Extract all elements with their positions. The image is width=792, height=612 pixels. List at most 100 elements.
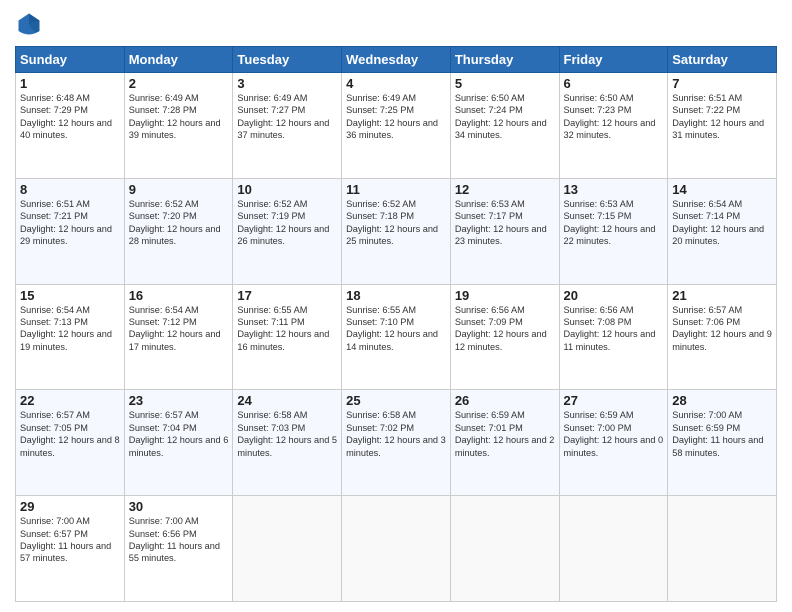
- day-number: 16: [129, 288, 229, 303]
- cell-info: Sunrise: 6:55 AMSunset: 7:10 PMDaylight:…: [346, 304, 446, 354]
- table-cell: 22Sunrise: 6:57 AMSunset: 7:05 PMDayligh…: [16, 390, 125, 496]
- cell-info: Sunrise: 6:48 AMSunset: 7:29 PMDaylight:…: [20, 92, 120, 142]
- day-number: 6: [564, 76, 664, 91]
- calendar-header-row: SundayMondayTuesdayWednesdayThursdayFrid…: [16, 47, 777, 73]
- day-number: 17: [237, 288, 337, 303]
- day-number: 18: [346, 288, 446, 303]
- table-row: 1Sunrise: 6:48 AMSunset: 7:29 PMDaylight…: [16, 73, 777, 179]
- table-cell: [342, 496, 451, 602]
- table-cell: 10Sunrise: 6:52 AMSunset: 7:19 PMDayligh…: [233, 178, 342, 284]
- day-number: 21: [672, 288, 772, 303]
- table-cell: 2Sunrise: 6:49 AMSunset: 7:28 PMDaylight…: [124, 73, 233, 179]
- cell-info: Sunrise: 6:49 AMSunset: 7:25 PMDaylight:…: [346, 92, 446, 142]
- cell-info: Sunrise: 6:51 AMSunset: 7:22 PMDaylight:…: [672, 92, 772, 142]
- table-cell: 17Sunrise: 6:55 AMSunset: 7:11 PMDayligh…: [233, 284, 342, 390]
- cell-info: Sunrise: 6:49 AMSunset: 7:27 PMDaylight:…: [237, 92, 337, 142]
- table-cell: 1Sunrise: 6:48 AMSunset: 7:29 PMDaylight…: [16, 73, 125, 179]
- day-number: 20: [564, 288, 664, 303]
- cell-info: Sunrise: 6:49 AMSunset: 7:28 PMDaylight:…: [129, 92, 229, 142]
- day-number: 29: [20, 499, 120, 514]
- logo: [15, 10, 47, 38]
- day-number: 5: [455, 76, 555, 91]
- cell-info: Sunrise: 6:55 AMSunset: 7:11 PMDaylight:…: [237, 304, 337, 354]
- table-row: 29Sunrise: 7:00 AMSunset: 6:57 PMDayligh…: [16, 496, 777, 602]
- table-cell: 29Sunrise: 7:00 AMSunset: 6:57 PMDayligh…: [16, 496, 125, 602]
- day-number: 27: [564, 393, 664, 408]
- day-header-tuesday: Tuesday: [233, 47, 342, 73]
- day-number: 15: [20, 288, 120, 303]
- table-cell: 14Sunrise: 6:54 AMSunset: 7:14 PMDayligh…: [668, 178, 777, 284]
- table-cell: 6Sunrise: 6:50 AMSunset: 7:23 PMDaylight…: [559, 73, 668, 179]
- cell-info: Sunrise: 6:58 AMSunset: 7:02 PMDaylight:…: [346, 409, 446, 459]
- day-number: 1: [20, 76, 120, 91]
- cell-info: Sunrise: 6:54 AMSunset: 7:14 PMDaylight:…: [672, 198, 772, 248]
- day-number: 12: [455, 182, 555, 197]
- cell-info: Sunrise: 6:52 AMSunset: 7:18 PMDaylight:…: [346, 198, 446, 248]
- day-number: 4: [346, 76, 446, 91]
- header: [15, 10, 777, 38]
- cell-info: Sunrise: 6:54 AMSunset: 7:12 PMDaylight:…: [129, 304, 229, 354]
- table-row: 22Sunrise: 6:57 AMSunset: 7:05 PMDayligh…: [16, 390, 777, 496]
- logo-icon: [15, 10, 43, 38]
- day-number: 25: [346, 393, 446, 408]
- cell-info: Sunrise: 6:56 AMSunset: 7:09 PMDaylight:…: [455, 304, 555, 354]
- cell-info: Sunrise: 7:00 AMSunset: 6:59 PMDaylight:…: [672, 409, 772, 459]
- table-cell: [668, 496, 777, 602]
- table-cell: 12Sunrise: 6:53 AMSunset: 7:17 PMDayligh…: [450, 178, 559, 284]
- table-cell: 9Sunrise: 6:52 AMSunset: 7:20 PMDaylight…: [124, 178, 233, 284]
- table-cell: 21Sunrise: 6:57 AMSunset: 7:06 PMDayligh…: [668, 284, 777, 390]
- cell-info: Sunrise: 6:51 AMSunset: 7:21 PMDaylight:…: [20, 198, 120, 248]
- table-cell: 7Sunrise: 6:51 AMSunset: 7:22 PMDaylight…: [668, 73, 777, 179]
- cell-info: Sunrise: 6:59 AMSunset: 7:00 PMDaylight:…: [564, 409, 664, 459]
- table-cell: 5Sunrise: 6:50 AMSunset: 7:24 PMDaylight…: [450, 73, 559, 179]
- table-cell: 16Sunrise: 6:54 AMSunset: 7:12 PMDayligh…: [124, 284, 233, 390]
- table-cell: 20Sunrise: 6:56 AMSunset: 7:08 PMDayligh…: [559, 284, 668, 390]
- table-cell: [233, 496, 342, 602]
- day-number: 7: [672, 76, 772, 91]
- cell-info: Sunrise: 7:00 AMSunset: 6:57 PMDaylight:…: [20, 515, 120, 565]
- day-number: 24: [237, 393, 337, 408]
- cell-info: Sunrise: 7:00 AMSunset: 6:56 PMDaylight:…: [129, 515, 229, 565]
- day-header-monday: Monday: [124, 47, 233, 73]
- day-number: 11: [346, 182, 446, 197]
- day-number: 28: [672, 393, 772, 408]
- cell-info: Sunrise: 6:56 AMSunset: 7:08 PMDaylight:…: [564, 304, 664, 354]
- table-cell: 19Sunrise: 6:56 AMSunset: 7:09 PMDayligh…: [450, 284, 559, 390]
- day-number: 19: [455, 288, 555, 303]
- day-number: 2: [129, 76, 229, 91]
- day-number: 8: [20, 182, 120, 197]
- table-cell: 24Sunrise: 6:58 AMSunset: 7:03 PMDayligh…: [233, 390, 342, 496]
- day-number: 22: [20, 393, 120, 408]
- table-cell: 25Sunrise: 6:58 AMSunset: 7:02 PMDayligh…: [342, 390, 451, 496]
- day-number: 26: [455, 393, 555, 408]
- cell-info: Sunrise: 6:53 AMSunset: 7:15 PMDaylight:…: [564, 198, 664, 248]
- day-header-saturday: Saturday: [668, 47, 777, 73]
- table-cell: 4Sunrise: 6:49 AMSunset: 7:25 PMDaylight…: [342, 73, 451, 179]
- table-row: 15Sunrise: 6:54 AMSunset: 7:13 PMDayligh…: [16, 284, 777, 390]
- cell-info: Sunrise: 6:53 AMSunset: 7:17 PMDaylight:…: [455, 198, 555, 248]
- day-number: 23: [129, 393, 229, 408]
- table-cell: 23Sunrise: 6:57 AMSunset: 7:04 PMDayligh…: [124, 390, 233, 496]
- table-cell: 26Sunrise: 6:59 AMSunset: 7:01 PMDayligh…: [450, 390, 559, 496]
- day-header-wednesday: Wednesday: [342, 47, 451, 73]
- day-number: 3: [237, 76, 337, 91]
- page: SundayMondayTuesdayWednesdayThursdayFrid…: [0, 0, 792, 612]
- table-cell: 30Sunrise: 7:00 AMSunset: 6:56 PMDayligh…: [124, 496, 233, 602]
- table-cell: [559, 496, 668, 602]
- table-cell: 3Sunrise: 6:49 AMSunset: 7:27 PMDaylight…: [233, 73, 342, 179]
- day-header-sunday: Sunday: [16, 47, 125, 73]
- day-number: 30: [129, 499, 229, 514]
- cell-info: Sunrise: 6:54 AMSunset: 7:13 PMDaylight:…: [20, 304, 120, 354]
- table-cell: [450, 496, 559, 602]
- day-number: 10: [237, 182, 337, 197]
- table-cell: 15Sunrise: 6:54 AMSunset: 7:13 PMDayligh…: [16, 284, 125, 390]
- cell-info: Sunrise: 6:57 AMSunset: 7:06 PMDaylight:…: [672, 304, 772, 354]
- table-cell: 11Sunrise: 6:52 AMSunset: 7:18 PMDayligh…: [342, 178, 451, 284]
- day-number: 13: [564, 182, 664, 197]
- cell-info: Sunrise: 6:59 AMSunset: 7:01 PMDaylight:…: [455, 409, 555, 459]
- cell-info: Sunrise: 6:57 AMSunset: 7:05 PMDaylight:…: [20, 409, 120, 459]
- table-cell: 27Sunrise: 6:59 AMSunset: 7:00 PMDayligh…: [559, 390, 668, 496]
- day-header-thursday: Thursday: [450, 47, 559, 73]
- day-header-friday: Friday: [559, 47, 668, 73]
- calendar-table: SundayMondayTuesdayWednesdayThursdayFrid…: [15, 46, 777, 602]
